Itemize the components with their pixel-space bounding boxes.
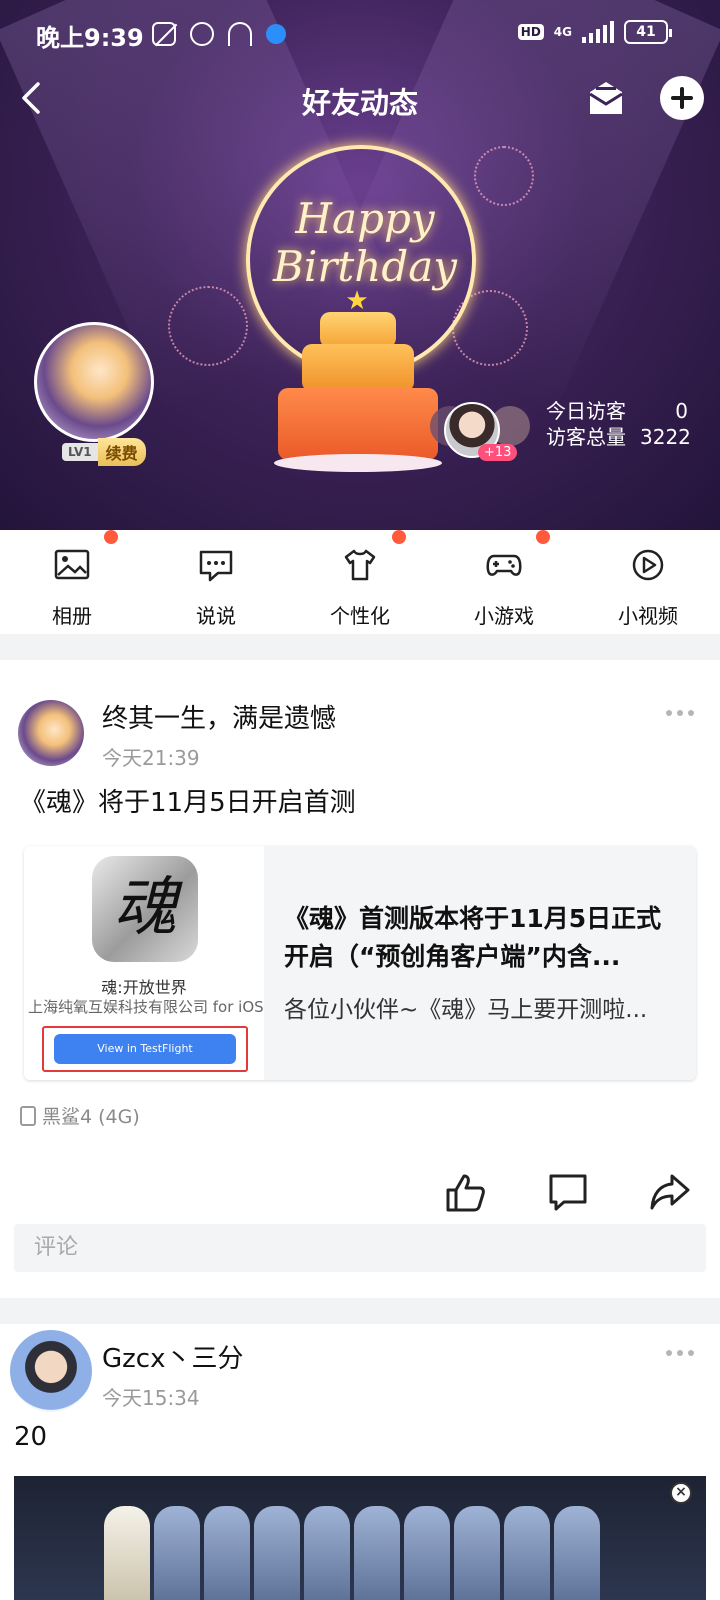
quick-nav-personalize[interactable]: 个性化 <box>288 530 432 634</box>
quick-nav: 相册 说说 个性化 小游戏 小视频 <box>0 530 720 634</box>
status-time: 晚上9:39 <box>36 24 144 52</box>
network-label: 4G <box>553 25 572 39</box>
renew-badge[interactable]: LV1 续费 <box>62 438 146 466</box>
mail-icon <box>589 82 623 114</box>
post-time: 今天15:34 <box>102 1386 200 1410</box>
quick-nav-album[interactable]: 相册 <box>0 530 144 634</box>
quick-nav-label: 说说 <box>196 604 236 628</box>
birthday-cake: ★ <box>274 288 442 480</box>
quick-nav-games[interactable]: 小游戏 <box>432 530 576 634</box>
gamepad-icon <box>486 554 522 576</box>
mute-icon <box>152 22 176 46</box>
testflight-button: View in TestFlight <box>54 1034 236 1064</box>
link-card-thumbnail: 魂 魂:开放世界 上海纯氧互娱科技有限公司 for iOS View in Te… <box>24 846 264 1080</box>
notification-dot <box>392 530 406 544</box>
battery-icon: 41 <box>624 20 672 44</box>
app-notification-icon <box>266 24 286 44</box>
headphones-icon <box>228 22 252 46</box>
link-card-title: 《魂》首测版本将于11月5日正式开启（“预创角客户端”内含... <box>284 904 662 971</box>
signal-icon <box>582 21 614 43</box>
comment-input[interactable]: 评论 <box>14 1224 706 1272</box>
post-image[interactable]: × <box>14 1476 706 1600</box>
more-options-button[interactable] <box>666 710 694 716</box>
messages-button[interactable] <box>584 78 628 118</box>
device-info: 黑鲨4 (4G) <box>20 1102 140 1129</box>
quick-nav-label: 相册 <box>52 604 92 628</box>
star-icon: ★ <box>345 286 369 316</box>
quick-nav-label: 个性化 <box>330 604 390 628</box>
user-avatar[interactable] <box>34 322 154 442</box>
link-card-description: 各位小伙伴~《魂》马上要开测啦... <box>284 997 648 1023</box>
alarm-icon <box>190 22 214 46</box>
phone-icon <box>20 1105 36 1126</box>
chat-bubble-icon <box>199 550 233 582</box>
more-options-button[interactable] <box>666 1350 694 1356</box>
quick-nav-label: 小游戏 <box>474 604 534 628</box>
post-time: 今天21:39 <box>102 746 200 770</box>
profile-banner: Happy Birthday ★ 晚上9:39 HD 4G 41 好友动态 LV… <box>0 0 720 530</box>
testflight-highlight: View in TestFlight <box>42 1026 248 1072</box>
shirt-icon <box>344 549 376 581</box>
comment-button[interactable] <box>546 1170 590 1214</box>
close-icon[interactable]: × <box>670 1482 692 1504</box>
total-visitors-label: 访客总量 <box>546 425 626 449</box>
level-badge: LV1 <box>62 443 98 461</box>
link-card[interactable]: 魂 魂:开放世界 上海纯氧互娱科技有限公司 for iOS View in Te… <box>24 846 696 1080</box>
birthday-greeting: Happy Birthday <box>273 194 457 291</box>
total-visitors-value: 3222 <box>640 425 691 449</box>
avatar[interactable] <box>18 700 84 766</box>
today-visitors-label: 今日访客 <box>546 399 626 423</box>
post-author[interactable]: 终其一生，满是遗憾 <box>102 698 336 735</box>
nav-bar: 好友动态 <box>0 70 720 126</box>
feed-post: Gzcx丶三分 今天15:34 20 × <box>0 1324 720 1600</box>
today-visitors-value: 0 <box>675 399 688 423</box>
post-author[interactable]: Gzcx丶三分 <box>102 1338 243 1375</box>
quick-nav-label: 小视频 <box>618 604 678 628</box>
renew-button[interactable]: 续费 <box>97 438 146 466</box>
share-button[interactable] <box>648 1170 692 1214</box>
avatar[interactable] <box>10 1330 92 1412</box>
device-name: 黑鲨4 (4G) <box>42 1106 140 1128</box>
like-button[interactable] <box>444 1170 488 1214</box>
quick-nav-videos[interactable]: 小视频 <box>576 530 720 634</box>
visitor-stats[interactable]: 今日访客 0 访客总量 3222 <box>546 398 691 450</box>
hd-icon: HD <box>517 24 544 40</box>
firework-decoration <box>168 286 248 366</box>
notification-dot <box>104 530 118 544</box>
add-button[interactable] <box>660 76 704 120</box>
status-bar: 晚上9:39 HD 4G 41 <box>0 0 720 68</box>
play-icon <box>632 549 664 581</box>
app-developer: 上海纯氧互娱科技有限公司 for iOS <box>28 998 264 1016</box>
quick-nav-moments[interactable]: 说说 <box>144 530 288 634</box>
app-name: 魂:开放世界 <box>101 978 187 997</box>
feed-post: 终其一生，满是遗憾 今天21:39 《魂》将于11月5日开启首测 魂 魂:开放世… <box>0 660 720 1298</box>
post-actions <box>0 1170 720 1220</box>
album-icon <box>54 549 90 580</box>
post-text: 20 <box>14 1422 48 1452</box>
app-icon: 魂 <box>92 856 198 962</box>
visitor-more-badge: +13 <box>478 444 518 461</box>
notification-dot <box>536 530 550 544</box>
post-text: 《魂》将于11月5日开启首测 <box>20 788 356 818</box>
